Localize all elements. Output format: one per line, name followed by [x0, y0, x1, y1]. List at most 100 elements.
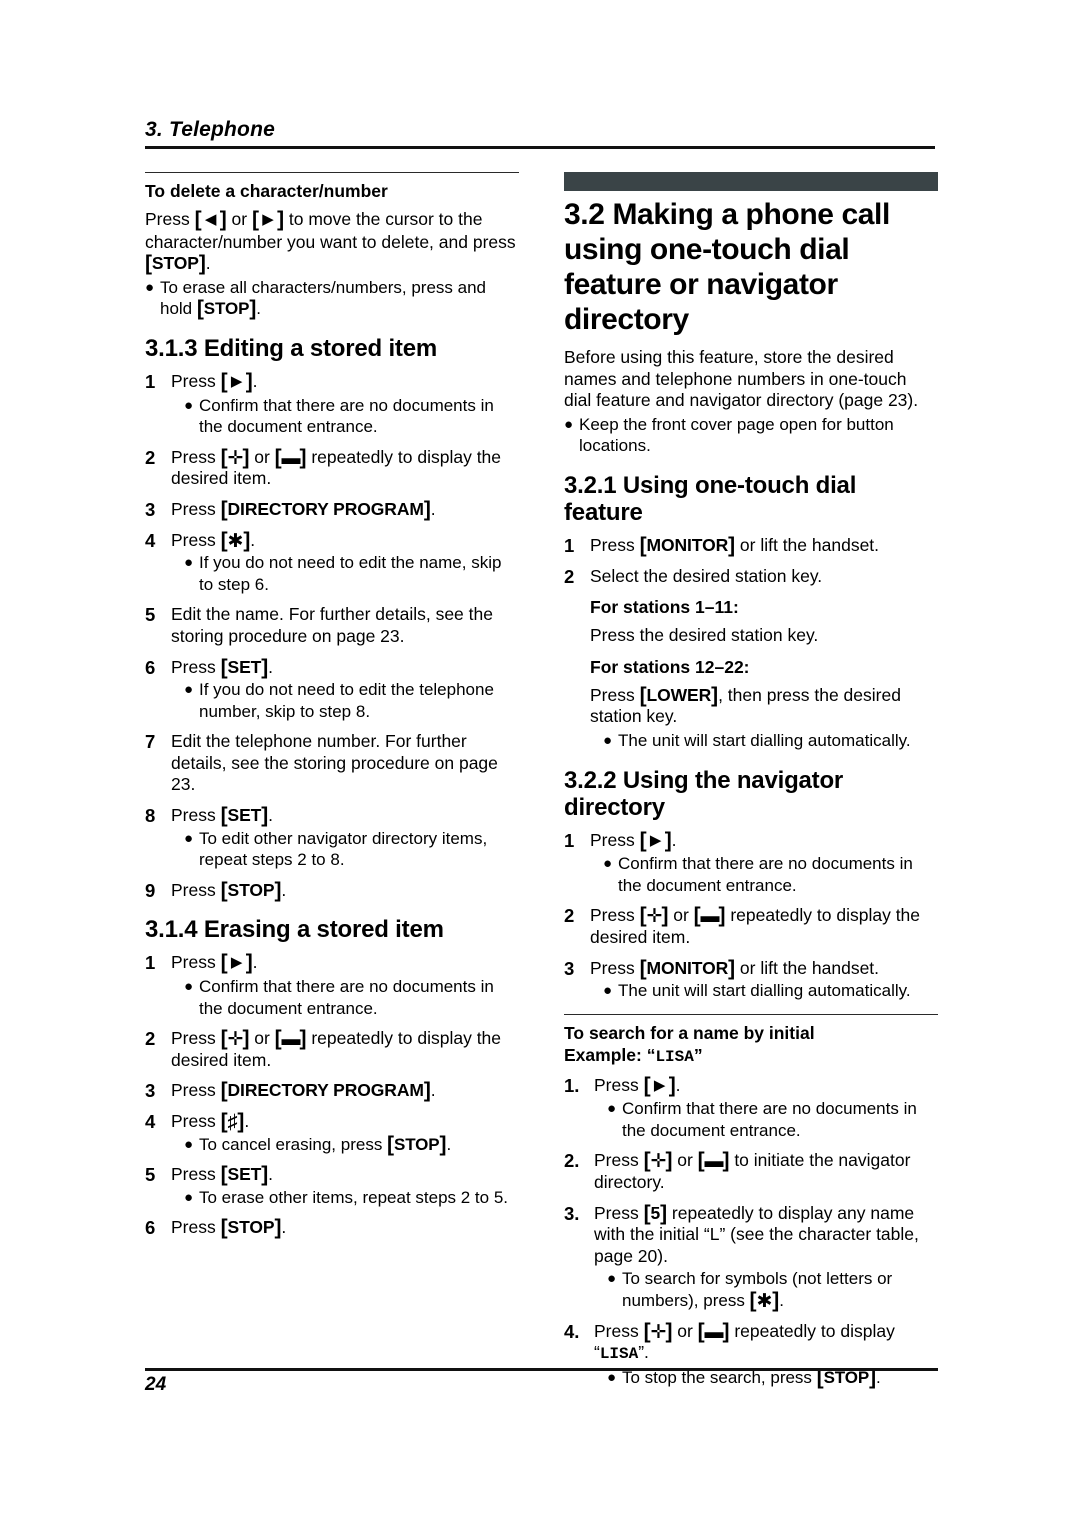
- bullet-icon: ●: [603, 731, 613, 749]
- minus-icon: ▬: [700, 906, 720, 928]
- minus-icon: ▬: [704, 1151, 724, 1173]
- dialling-bullet: ● The unit will start dialling automatic…: [603, 730, 938, 752]
- step-text: Press [♯]. ● To cancel erasing, press [S…: [171, 1111, 519, 1155]
- step-text-post: .: [430, 498, 436, 519]
- directory-program-key: [DIRECTORY PROGRAM]: [220, 1079, 431, 1103]
- delete-body-mid: or: [226, 209, 252, 229]
- step-text-pre: Press: [171, 1164, 221, 1185]
- directory-program-key: [DIRECTORY PROGRAM]: [220, 497, 431, 521]
- step-item: 2 Press [✛] or [▬] repeatedly to display…: [145, 447, 519, 490]
- step-bullet: ● To erase other items, repeat steps 2 t…: [184, 1187, 519, 1209]
- step-text-post: .: [268, 656, 274, 677]
- step-bullet-text: To cancel erasing, press [STOP].: [199, 1134, 519, 1156]
- step-text: Press [ ▶ ]. ● Confirm that there are no…: [594, 1075, 938, 1142]
- bullet-icon: ●: [184, 978, 194, 996]
- section-3-2-intro-bullet: ● Keep the front cover page open for but…: [564, 414, 938, 457]
- step-bullet-text: Confirm that there are no documents in t…: [199, 977, 494, 1018]
- bullet-icon: ●: [184, 554, 194, 572]
- plus-key: [✛]: [220, 1027, 250, 1051]
- step-number: 6: [145, 656, 156, 678]
- left-column: To delete a character/number Press [ ◀ ]…: [145, 172, 519, 1248]
- right-arrow-icon: ▶: [653, 1076, 666, 1094]
- step-item: 2. Press [✛] or [▬] to initiate the navi…: [564, 1150, 938, 1193]
- step-text: Press [MONITOR] or lift the handset. ● T…: [590, 958, 938, 1002]
- monitor-key: [MONITOR]: [639, 956, 736, 980]
- monitor-key: [MONITOR]: [639, 533, 736, 557]
- step-text-pre: Press: [171, 1217, 221, 1238]
- digit-5-key: [5]: [643, 1201, 668, 1225]
- delete-body-pre: Press: [145, 209, 195, 229]
- step-text-post: .: [281, 879, 287, 900]
- step-text: Press [✱]. ● If you do not need to edit …: [171, 530, 519, 596]
- step-number: 9: [145, 879, 156, 901]
- right-column: 3.2 Making a phone call using one-touch …: [564, 172, 938, 1397]
- bullet-post: .: [446, 1134, 452, 1154]
- example-name: LISA: [655, 1047, 694, 1066]
- step-item: 6 Press [STOP].: [145, 1217, 519, 1239]
- step-number: 1: [564, 534, 575, 556]
- step-text: Press [5] repeatedly to display any name…: [594, 1203, 938, 1312]
- step-text-pre: Press: [171, 952, 221, 973]
- stop-key-label: STOP: [227, 879, 275, 900]
- stop-key-label: STOP: [393, 1134, 440, 1154]
- set-key-label: SET: [227, 656, 262, 677]
- sharp-icon: ♯: [227, 1111, 238, 1133]
- minus-key: [▬]: [693, 904, 726, 928]
- step-number: 6: [145, 1217, 156, 1239]
- step-item: 3 Press [DIRECTORY PROGRAM].: [145, 1080, 519, 1102]
- step-number: 8: [145, 805, 156, 827]
- set-key-label: SET: [227, 805, 262, 826]
- step-text-post: .: [252, 952, 258, 973]
- running-head: 3. Telephone: [145, 118, 935, 150]
- step-bullet-text: If you do not need to edit the telephone…: [199, 680, 494, 721]
- chapter-title: 3. Telephone: [145, 118, 275, 141]
- delete-block-heading: To delete a character/number: [145, 181, 388, 201]
- plus-key: [✛]: [220, 445, 250, 469]
- step-number: 1.: [564, 1074, 580, 1096]
- search-block-heading: To search for a name by initial: [564, 1022, 815, 1043]
- footer-rule: [145, 1368, 938, 1371]
- step-text: Edit the telephone number. For further d…: [171, 731, 498, 795]
- step-text: Press [✛] or [▬] repeatedly to display t…: [590, 905, 938, 948]
- bullet-icon: ●: [145, 278, 155, 296]
- step-number: 3: [145, 1080, 156, 1102]
- plus-icon: ✛: [650, 1151, 667, 1173]
- step-bullet-text: If you do not need to edit the name, ski…: [199, 553, 502, 594]
- step-text-pre: Press: [590, 829, 640, 850]
- step-text: Press [SET]. ● If you do not need to edi…: [171, 657, 519, 723]
- right-arrow-icon: ▶: [262, 211, 274, 228]
- stations-12-22-heading: For stations 12–22:: [590, 656, 750, 677]
- step-bullet: ● To cancel erasing, press [STOP].: [184, 1134, 519, 1156]
- step-item: 2 Press [✛] or [▬] repeatedly to display…: [564, 905, 938, 948]
- section-heading-bar: [564, 172, 938, 191]
- plus-icon: ✛: [646, 906, 663, 928]
- minus-icon: ▬: [281, 1029, 301, 1051]
- step-text: Press [✛] or [▬] repeatedly to display t…: [171, 447, 519, 490]
- bullet-pre: To cancel erasing, press: [199, 1134, 388, 1154]
- step-text-mid: or: [249, 1028, 275, 1049]
- plus-icon: ✛: [650, 1321, 667, 1343]
- search-block-rule: [564, 1013, 938, 1015]
- step-item: 5 Edit the name. For further details, se…: [145, 604, 519, 647]
- step-text-pre: Press: [171, 1028, 221, 1049]
- right-arrow-icon: ▶: [230, 372, 243, 390]
- step-item: 2 Press [✛] or [▬] repeatedly to display…: [145, 1028, 519, 1071]
- delete-body-end: .: [205, 253, 211, 274]
- minus-icon: ▬: [281, 447, 301, 469]
- step-number: 3: [145, 498, 156, 520]
- set-key-label: SET: [227, 1164, 262, 1185]
- asterisk-icon: ✱: [227, 530, 244, 552]
- heading-3-1-4: 3.1.4 Erasing a stored item: [145, 916, 444, 944]
- step-text: Press [DIRECTORY PROGRAM].: [171, 1080, 519, 1102]
- step-text: Press [✛] or [▬] repeatedly to display t…: [171, 1028, 519, 1071]
- step-bullet: ● Confirm that there are no documents in…: [184, 976, 519, 1019]
- set-key: [SET]: [220, 1163, 269, 1187]
- delete-block-bullet: ● To erase all characters/numbers, press…: [145, 277, 519, 320]
- step-item: 1 Press [ ▶ ]. ● Confirm that there are …: [564, 830, 938, 897]
- step-text: Press [✛] or [▬] to initiate the navigat…: [594, 1150, 938, 1193]
- minus-key: [▬]: [697, 1149, 730, 1173]
- step-bullet-text: To erase other items, repeat steps 2 to …: [199, 1187, 508, 1207]
- lisa-quoted: “LISA”.: [594, 1342, 649, 1364]
- bullet-post: .: [779, 1291, 784, 1311]
- plus-icon: ✛: [227, 1029, 244, 1051]
